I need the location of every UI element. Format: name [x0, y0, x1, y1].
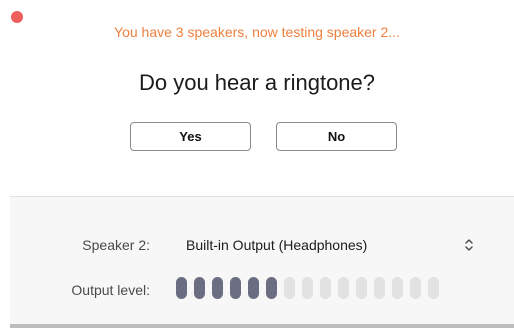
output-level-meter [176, 277, 439, 299]
output-level-segment-inactive [284, 277, 295, 299]
speaker-label: Speaker 2: [82, 237, 150, 253]
yes-button[interactable]: Yes [130, 122, 251, 151]
speaker-test-status: You have 3 speakers, now testing speaker… [114, 24, 400, 40]
speaker-selected-value: Built-in Output (Headphones) [186, 237, 368, 253]
output-level-segment-inactive [410, 277, 421, 299]
close-window-button[interactable] [11, 11, 23, 23]
output-level-segment-active [248, 277, 259, 299]
output-level-segment-active [230, 277, 241, 299]
output-level-segment-inactive [320, 277, 331, 299]
audio-test-window: You have 3 speakers, now testing speaker… [0, 0, 514, 328]
output-level-segment-inactive [392, 277, 403, 299]
output-level-segment-inactive [338, 277, 349, 299]
output-level-segment-inactive [374, 277, 385, 299]
updown-chevron-icon [464, 237, 474, 253]
speaker-select[interactable]: Built-in Output (Headphones) [186, 232, 474, 258]
output-level-segment-inactive [428, 277, 439, 299]
output-level-segment-active [266, 277, 277, 299]
output-level-segment-active [194, 277, 205, 299]
output-level-label: Output level: [71, 282, 150, 298]
output-level-segment-inactive [356, 277, 367, 299]
window-bottom-edge [10, 324, 514, 328]
output-level-segment-inactive [302, 277, 313, 299]
output-level-segment-active [176, 277, 187, 299]
no-button[interactable]: No [276, 122, 397, 151]
ringtone-question: Do you hear a ringtone? [138, 70, 376, 95]
speaker-settings-panel: Speaker 2: Built-in Output (Headphones) … [10, 196, 514, 328]
output-level-segment-active [212, 277, 223, 299]
